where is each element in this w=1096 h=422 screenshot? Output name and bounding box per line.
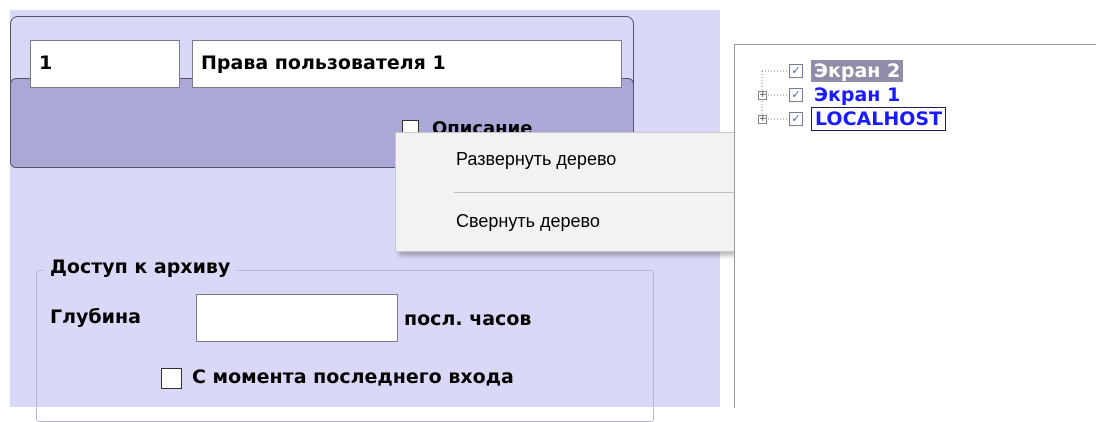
menu-item-collapse-tree[interactable]: Свернуть дерево <box>456 211 600 232</box>
panel-left-edge <box>0 0 10 407</box>
since-last-login-label: С момента последнего входа <box>192 366 514 388</box>
menu-separator <box>454 192 749 193</box>
expand-screen-1-icon[interactable]: + <box>758 91 767 100</box>
id-field[interactable]: 1 <box>30 40 180 88</box>
depth-label: Глубина <box>50 306 141 328</box>
tree-item-label: LOCALHOST <box>811 107 947 131</box>
expand-localhost-icon[interactable]: + <box>758 115 767 124</box>
panel-top-edge <box>0 0 720 10</box>
name-field-value: Права пользователя 1 <box>201 52 446 74</box>
archive-access-group <box>36 270 654 422</box>
menu-item-expand-tree[interactable]: Развернуть дерево <box>456 149 616 170</box>
name-field[interactable]: Права пользователя 1 <box>192 40 622 88</box>
checkbox-checked-icon[interactable]: ✓ <box>789 112 803 126</box>
depth-unit-label: посл. часов <box>404 308 532 330</box>
tree-item-localhost[interactable]: ✓ LOCALHOST <box>789 107 947 131</box>
tree-connector-lines <box>761 70 787 120</box>
screen-tree: + + ✓ Экран 2 ✓ Экран 1 ✓ LOCALHOST <box>734 44 1096 408</box>
checkbox-checked-icon[interactable]: ✓ <box>789 64 803 78</box>
id-field-value: 1 <box>39 52 53 74</box>
checkbox-checked-icon[interactable]: ✓ <box>789 88 803 102</box>
tree-item-label: Экран 1 <box>814 84 901 106</box>
archive-access-title: Доступ к архиву <box>44 256 237 278</box>
since-last-login-checkbox[interactable] <box>161 368 182 389</box>
tree-item-screen-1[interactable]: ✓ Экран 1 <box>789 83 903 107</box>
tree-item-screen-2[interactable]: ✓ Экран 2 <box>789 59 904 83</box>
context-menu: Развернуть дерево Свернуть дерево <box>395 132 759 252</box>
tree-item-label: Экран 2 <box>811 60 904 82</box>
depth-input[interactable] <box>196 294 398 342</box>
